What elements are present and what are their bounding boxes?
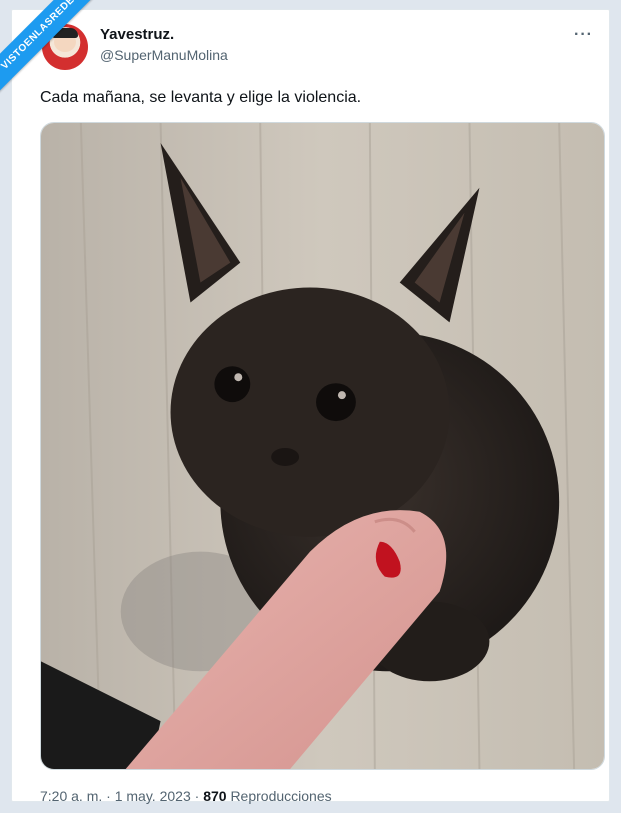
author-name[interactable]: Yavestruz. [100,26,228,43]
meta-separator-2: · [194,788,200,804]
views-count: 870 [203,788,227,804]
views-label: Reproducciones [230,788,332,804]
author-handle[interactable]: @SuperManuMolina [100,47,228,63]
tweet-image[interactable] [40,122,605,770]
tweet-card: Yavestruz. @SuperManuMolina ··· Cada mañ… [11,9,610,804]
tweet-meta: 7:20 a. m. · 1 may. 2023 · 870 Reproducc… [40,788,332,804]
author-block[interactable]: Yavestruz. @SuperManuMolina [100,26,228,63]
meta-separator: · [106,788,111,804]
kitten-photo [41,123,604,769]
tweet-date[interactable]: 1 may. 2023 [115,788,191,804]
tweet-time[interactable]: 7:20 a. m. [40,788,102,804]
tweet-text: Cada mañana, se levanta y elige la viole… [40,89,362,106]
more-options-icon[interactable]: ··· [574,26,593,44]
